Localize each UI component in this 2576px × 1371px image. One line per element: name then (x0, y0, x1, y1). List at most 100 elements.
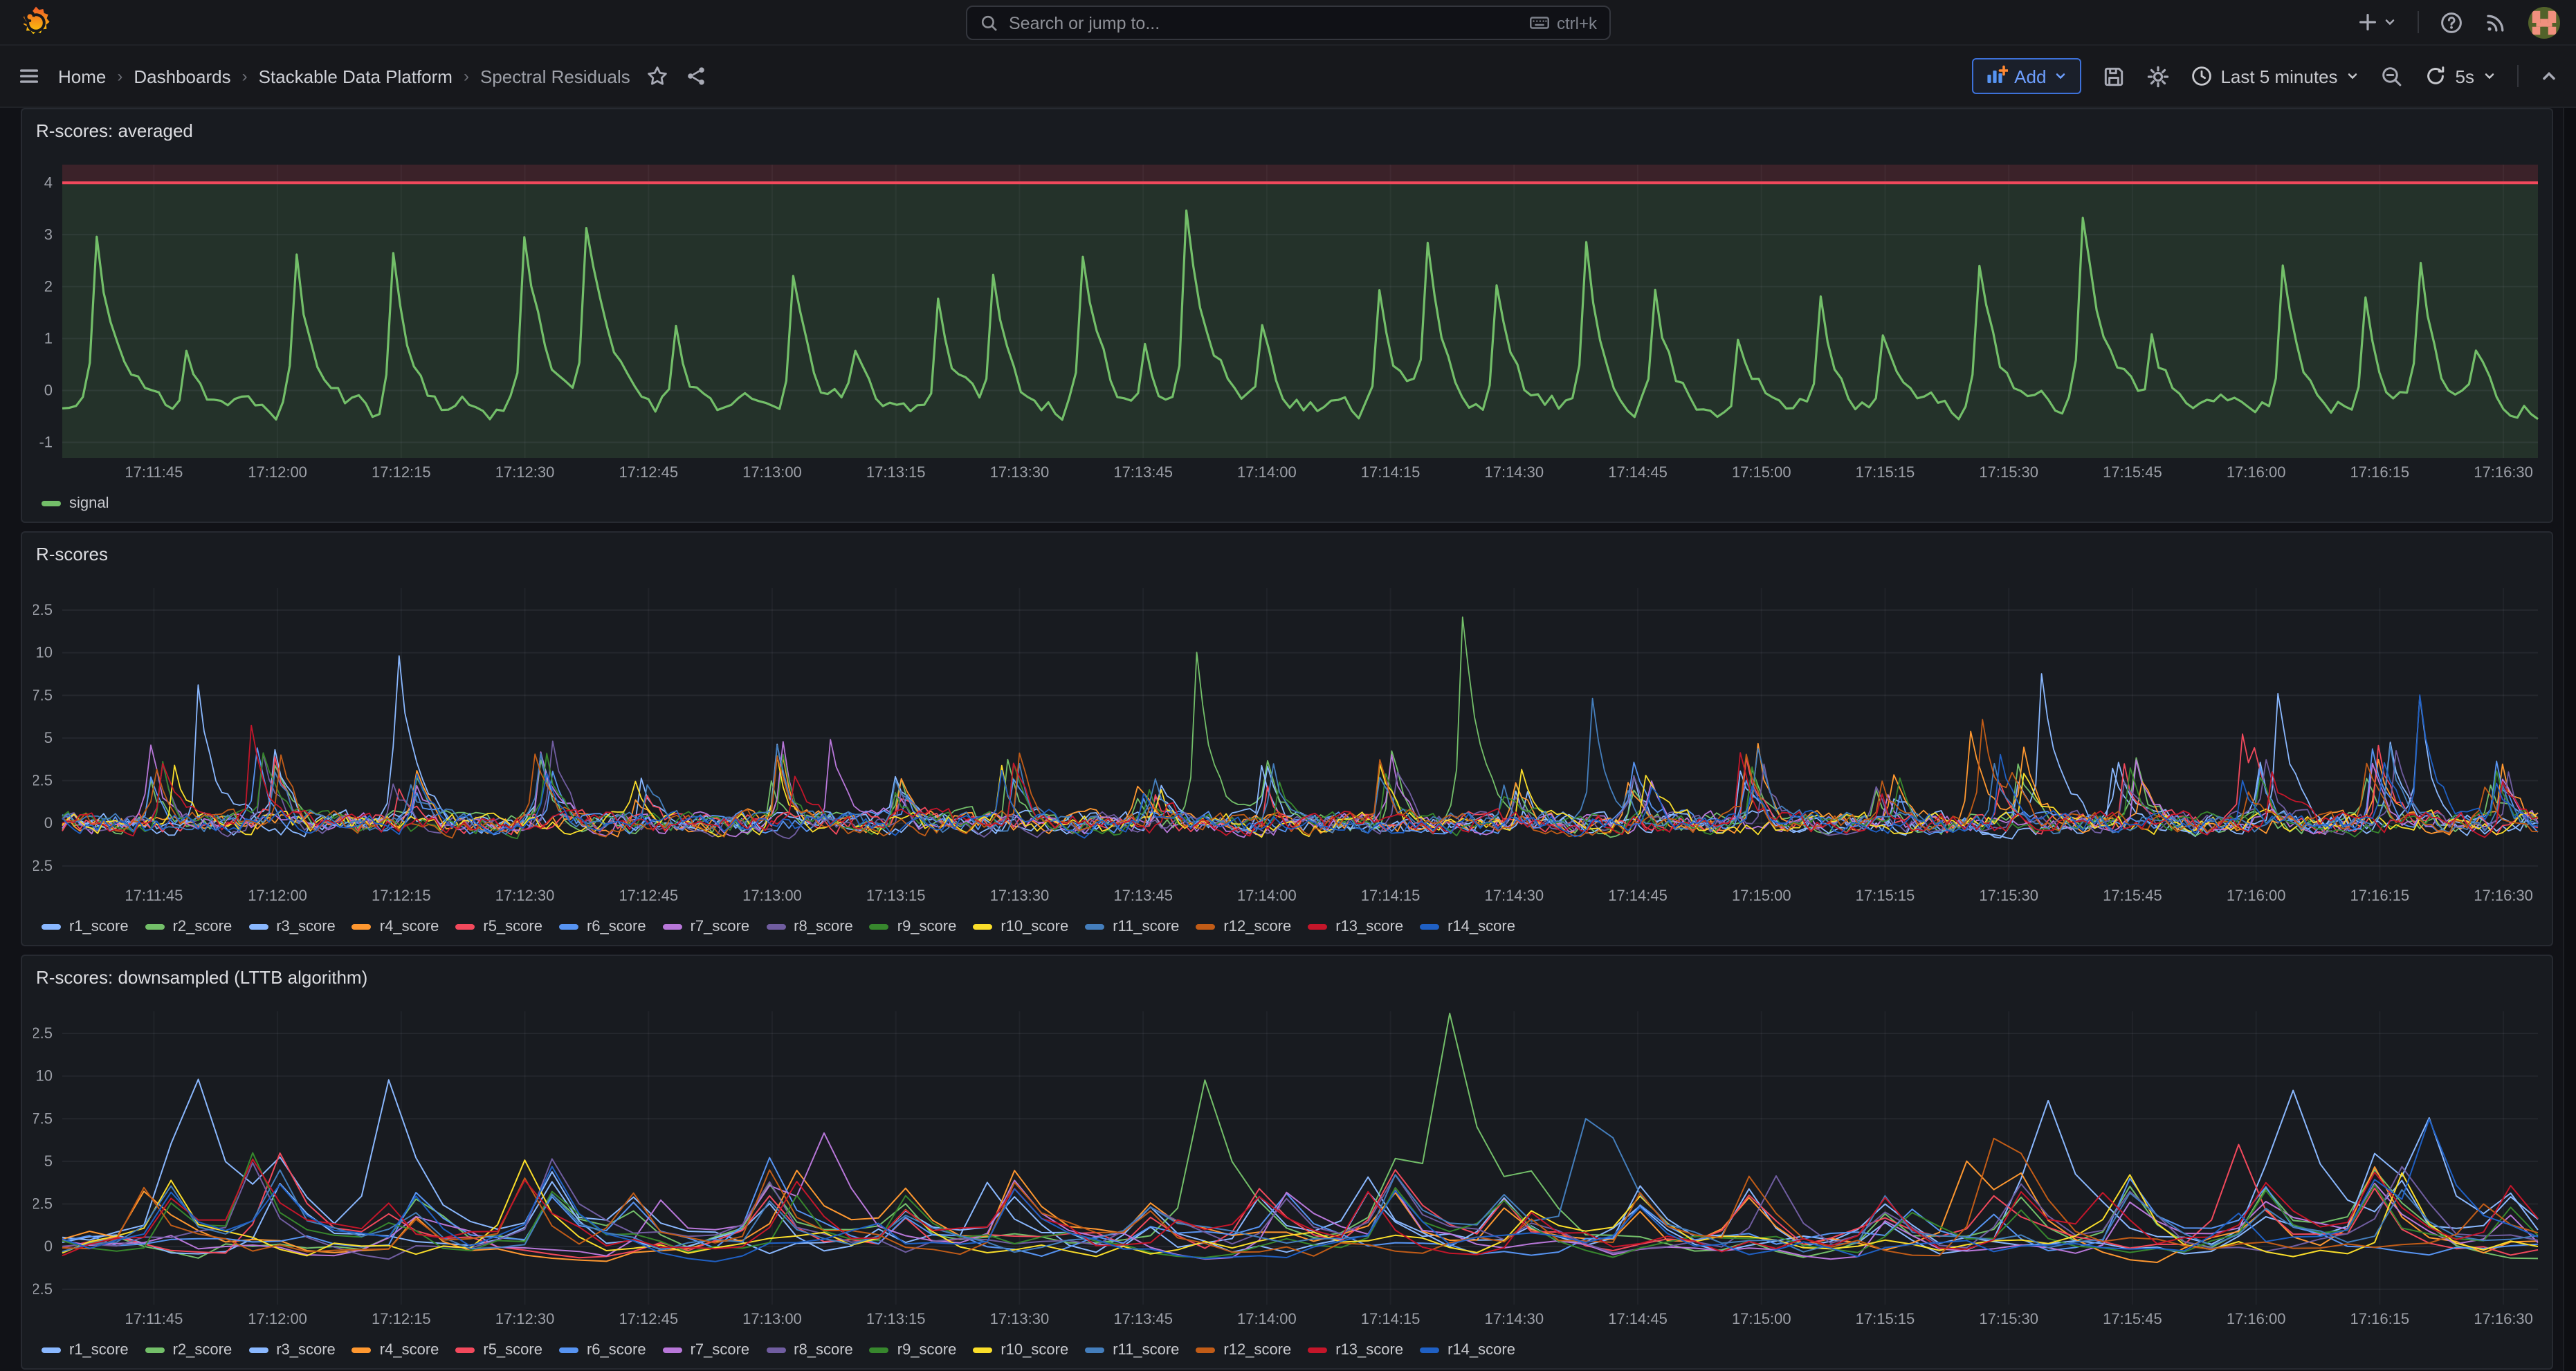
legend-swatch (455, 1347, 475, 1353)
x-axis-label: 17:16:30 (2474, 887, 2533, 904)
legend-item[interactable]: r8_score (766, 1342, 853, 1359)
x-axis-label: 17:16:30 (2474, 1310, 2533, 1327)
y-axis-label: 5 (44, 729, 53, 746)
legend-item[interactable]: r5_score (455, 919, 542, 935)
breadcrumb-dashboards[interactable]: Dashboards (134, 66, 230, 86)
legend-item[interactable]: r5_score (455, 1342, 542, 1359)
y-axis-label: 0 (44, 814, 53, 831)
search-input[interactable]: Search or jump to... ctrl+k (966, 6, 1611, 40)
legend-item[interactable]: r4_score (352, 919, 439, 935)
x-axis-label: 17:12:30 (495, 1310, 555, 1327)
legend-item[interactable]: r11_score (1085, 919, 1179, 935)
scrollbar-gutter[interactable] (2563, 108, 2576, 1371)
panel-title[interactable]: R-scores: downsampled (LTTB algorithm) (22, 956, 2552, 997)
series-line-r1_score (62, 1079, 2538, 1253)
legend-swatch (42, 501, 61, 506)
legend-item[interactable]: r14_score (1420, 1342, 1515, 1359)
chart-canvas[interactable]: -10123417:11:4517:12:0017:12:1517:12:301… (33, 151, 2541, 486)
chart-canvas[interactable]: -2.502.557.51012.517:11:4517:12:0017:12:… (33, 997, 2541, 1332)
legend-item[interactable]: r6_score (559, 919, 646, 935)
legend-label: r5_score (483, 919, 542, 935)
series-line-r11_score (62, 699, 2538, 834)
legend-swatch (145, 1347, 165, 1353)
y-axis-label: 2.5 (33, 772, 53, 789)
user-avatar[interactable] (2528, 6, 2560, 38)
x-axis-label: 17:14:15 (1361, 1310, 1421, 1327)
legend-label: r3_score (276, 1342, 336, 1359)
zoom-out-button[interactable] (2381, 64, 2404, 88)
breadcrumb-separator: › (117, 66, 122, 86)
x-axis-label: 17:15:45 (2103, 887, 2162, 904)
legend-item[interactable]: r4_score (352, 1342, 439, 1359)
x-axis-label: 17:13:30 (990, 1310, 1050, 1327)
panel-title[interactable]: R-scores: averaged (22, 109, 2552, 151)
legend-label: r12_score (1223, 1342, 1291, 1359)
legend-item[interactable]: r13_score (1308, 1342, 1403, 1359)
legend-item[interactable]: r3_score (248, 919, 336, 935)
favorite-star-button[interactable] (647, 65, 669, 87)
chevron-down-icon (2053, 69, 2067, 83)
legend-item[interactable]: r3_score (248, 1342, 336, 1359)
y-axis-label: -1 (39, 433, 53, 450)
y-axis-label: 2 (44, 277, 53, 295)
keyboard-icon (1529, 12, 1550, 33)
chart-legend: signal (42, 490, 2541, 517)
legend-swatch (1308, 924, 1327, 930)
legend-item[interactable]: r1_score (42, 919, 129, 935)
legend-item[interactable]: r11_score (1085, 1342, 1179, 1359)
breadcrumb-folder[interactable]: Stackable Data Platform (259, 66, 453, 86)
save-dashboard-button[interactable] (2101, 64, 2125, 88)
mega-menu-toggle[interactable] (18, 65, 40, 87)
legend-swatch (1196, 1347, 1215, 1353)
search-icon (980, 13, 999, 33)
y-axis-label: 4 (44, 174, 53, 191)
legend-item[interactable]: r2_score (145, 919, 232, 935)
panel-title[interactable]: R-scores (22, 533, 2552, 574)
legend-item[interactable]: r2_score (145, 1342, 232, 1359)
y-axis-label: -2.5 (33, 1280, 53, 1298)
legend-label: r14_score (1447, 919, 1515, 935)
legend-item[interactable]: r10_score (973, 919, 1068, 935)
legend-swatch (766, 1347, 785, 1353)
refresh-icon[interactable] (2425, 65, 2447, 87)
new-menu-button[interactable] (2357, 11, 2397, 33)
x-axis-label: 17:15:00 (1732, 1310, 1791, 1327)
legend-item[interactable]: r1_score (42, 1342, 129, 1359)
legend-item[interactable]: r8_score (766, 919, 853, 935)
legend-item[interactable]: r12_score (1196, 1342, 1291, 1359)
refresh-picker[interactable]: 5s (2425, 65, 2496, 87)
legend-item[interactable]: r9_score (870, 1342, 957, 1359)
legend-item[interactable]: r6_score (559, 1342, 646, 1359)
breadcrumb-separator: › (242, 66, 248, 86)
legend-swatch (42, 1347, 61, 1353)
legend-item[interactable]: r14_score (1420, 919, 1515, 935)
legend-item[interactable]: r12_score (1196, 919, 1291, 935)
x-axis-label: 17:13:45 (1113, 463, 1173, 481)
help-button[interactable] (2440, 10, 2463, 34)
add-panel-button[interactable]: Add (1971, 58, 2081, 94)
toolbar-actions: Add Last 5 minutes (1971, 58, 2559, 94)
share-button[interactable] (686, 65, 708, 87)
time-range-picker[interactable]: Last 5 minutes (2190, 65, 2359, 87)
x-axis-label: 17:13:00 (742, 1310, 802, 1327)
legend-swatch (1420, 1347, 1439, 1353)
chart-canvas[interactable]: -2.502.557.51012.517:11:4517:12:0017:12:… (33, 574, 2541, 909)
legend-label: r8_score (794, 1342, 853, 1359)
legend-item[interactable]: r13_score (1308, 919, 1403, 935)
dashboard-settings-button[interactable] (2146, 64, 2169, 88)
legend-item[interactable]: signal (42, 495, 109, 512)
legend-item[interactable]: r7_score (663, 1342, 750, 1359)
legend-swatch (1196, 924, 1215, 930)
breadcrumb-home[interactable]: Home (58, 66, 106, 86)
legend-item[interactable]: r9_score (870, 919, 957, 935)
legend-swatch (559, 1347, 578, 1353)
legend-item[interactable]: r10_score (973, 1342, 1068, 1359)
grafana-logo-icon[interactable] (19, 6, 53, 39)
news-button[interactable] (2484, 10, 2508, 34)
chevron-down-icon (2346, 69, 2360, 83)
x-axis-label: 17:15:15 (1856, 1310, 1915, 1327)
collapse-toolbar-button[interactable] (2539, 66, 2559, 86)
x-axis-label: 17:12:45 (619, 463, 678, 481)
x-axis-label: 17:12:15 (372, 1310, 431, 1327)
legend-item[interactable]: r7_score (663, 919, 750, 935)
